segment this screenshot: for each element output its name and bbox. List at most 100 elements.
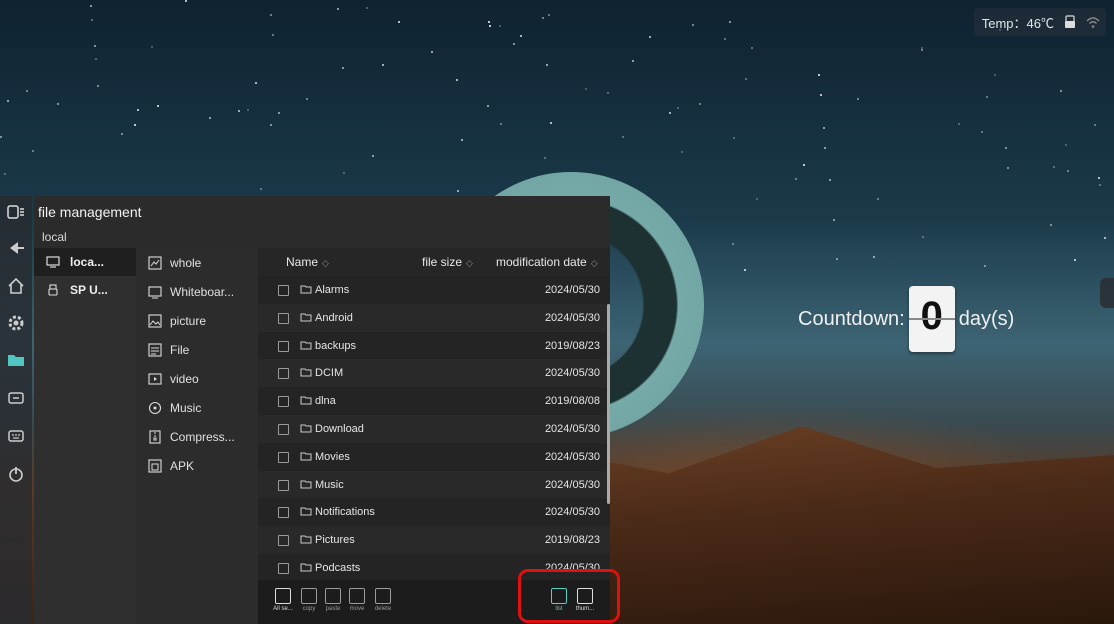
sort-icon: ◇ — [590, 258, 598, 268]
star — [366, 7, 368, 9]
star — [818, 74, 820, 76]
file-row[interactable]: Pictures 2019/08/23 — [258, 526, 610, 554]
category-item-compress[interactable]: Compress... — [136, 422, 258, 451]
column-size[interactable]: file size ◇ — [422, 255, 473, 269]
file-row[interactable]: Movies 2024/05/30 — [258, 442, 610, 471]
category-item-video[interactable]: video — [136, 364, 258, 393]
star — [398, 21, 400, 23]
star — [32, 150, 34, 152]
wifi-icon[interactable] — [1086, 15, 1100, 29]
star — [692, 24, 694, 26]
file-row[interactable]: DCIM 2024/05/30 — [258, 359, 610, 388]
star — [1104, 237, 1106, 239]
sort-icon: ◇ — [466, 258, 473, 268]
column-name-label: Name — [286, 255, 319, 269]
category-list: whole Whiteboar... picture File video Mu… — [136, 248, 259, 624]
star — [550, 122, 552, 124]
row-checkbox[interactable] — [278, 423, 289, 435]
monitor-icon — [46, 256, 60, 268]
file-date: 2024/05/30 — [544, 284, 600, 296]
menu-icon[interactable] — [6, 202, 26, 222]
side-dock — [0, 196, 32, 624]
settings-icon[interactable] — [6, 313, 26, 333]
star — [829, 179, 831, 181]
right-panel-handle[interactable] — [1100, 278, 1114, 308]
file-date: 2024/05/30 — [544, 422, 600, 435]
file-row[interactable]: Music 2024/05/30 — [258, 470, 610, 499]
folder-icon — [300, 534, 312, 547]
column-date[interactable]: modification date ◇ — [496, 255, 598, 269]
breadcrumb[interactable]: local — [42, 230, 67, 244]
row-checkbox[interactable] — [278, 507, 289, 519]
row-checkbox[interactable] — [278, 451, 289, 463]
file-row[interactable]: Alarms 2024/05/30 — [258, 276, 610, 304]
paste-button[interactable]: paste — [322, 588, 344, 612]
input-source-icon[interactable] — [6, 388, 26, 408]
star — [57, 103, 59, 105]
star — [632, 60, 634, 62]
status-bar: Temp：46℃ — [973, 8, 1106, 36]
row-checkbox[interactable] — [278, 479, 289, 491]
star — [270, 14, 272, 16]
keyboard-icon[interactable] — [6, 426, 26, 446]
star — [342, 67, 344, 69]
home-icon[interactable] — [6, 276, 26, 296]
file-row[interactable]: dlna 2019/08/08 — [258, 387, 610, 415]
category-item-picture[interactable]: picture — [136, 306, 258, 335]
folder-icon[interactable] — [6, 350, 26, 370]
row-checkbox[interactable] — [278, 312, 289, 324]
column-name[interactable]: Name ◇ — [286, 255, 329, 269]
copy-icon — [301, 588, 317, 604]
category-item-apk[interactable]: APK — [136, 451, 258, 480]
star — [278, 112, 280, 114]
file-row[interactable]: Android 2024/05/30 — [258, 303, 610, 332]
file-row[interactable]: Download 2024/05/30 — [258, 414, 610, 443]
storage-label: loca... — [70, 255, 105, 269]
category-item-file[interactable]: File — [136, 335, 258, 364]
star — [649, 36, 651, 38]
copy-button[interactable]: copy — [298, 588, 320, 612]
select-all-button[interactable]: All se... — [272, 588, 294, 612]
star — [699, 103, 701, 105]
file-row[interactable]: Notifications 2024/05/30 — [258, 498, 610, 527]
category-item-music[interactable]: Music — [136, 393, 258, 422]
storage-item-usb[interactable]: SP U... — [34, 276, 136, 304]
row-checkbox[interactable] — [278, 396, 289, 408]
star — [958, 123, 960, 125]
row-checkbox[interactable] — [278, 340, 289, 352]
star — [548, 14, 550, 16]
star — [431, 51, 433, 53]
star — [922, 236, 924, 238]
window-title: file management — [38, 204, 142, 220]
power-icon[interactable] — [6, 464, 26, 484]
category-item-whole[interactable]: whole — [136, 248, 258, 277]
star — [272, 34, 274, 36]
countdown-value: 0 — [920, 294, 943, 338]
star — [544, 157, 546, 159]
category-label: picture — [170, 313, 207, 328]
back-icon[interactable] — [6, 238, 26, 258]
star — [681, 151, 683, 153]
row-checkbox[interactable] — [278, 285, 289, 296]
countdown-label: Countdown: — [798, 307, 905, 330]
storage-item-local[interactable]: loca... — [34, 248, 136, 276]
star — [795, 178, 797, 180]
row-checkbox[interactable] — [278, 535, 289, 547]
star — [457, 190, 459, 192]
column-date-label: modification date — [496, 255, 587, 269]
file-name: Pictures — [315, 534, 355, 547]
scrollbar[interactable] — [607, 304, 610, 504]
whole-icon — [148, 255, 162, 270]
file-row[interactable]: backups 2019/08/23 — [258, 331, 610, 360]
row-checkbox[interactable] — [278, 562, 289, 574]
star — [90, 5, 92, 7]
star — [95, 58, 97, 60]
move-button[interactable]: move — [346, 588, 368, 612]
category-item-whiteboard[interactable]: Whiteboar... — [136, 277, 258, 306]
flip-divider — [908, 318, 955, 320]
star — [546, 64, 548, 66]
file-list-pane: Name ◇ file size ◇ modification date ◇ Alar… — [258, 248, 610, 624]
row-checkbox[interactable] — [278, 368, 289, 380]
delete-button[interactable]: delete — [372, 588, 394, 612]
folder-icon — [300, 451, 312, 464]
